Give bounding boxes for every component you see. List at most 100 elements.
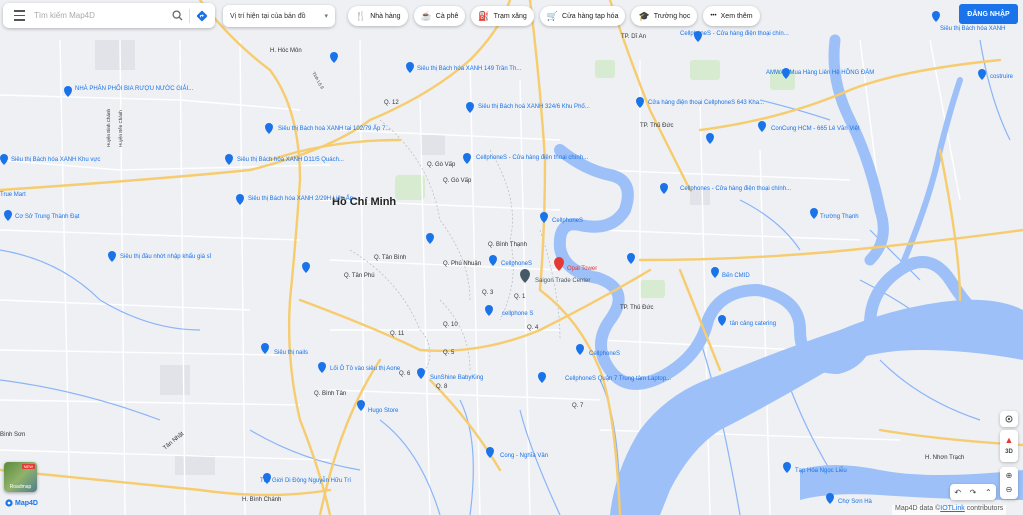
poi-label: Siêu thị nails [274,350,308,356]
login-button[interactable]: ĐĂNG NHẬP [959,4,1018,24]
poi-label: Opal Tower [567,266,597,272]
area-label: Q. 3 [482,290,494,296]
chip-label: Cửa hàng tạp hóa [562,12,619,20]
area-label: TP. Thủ Đức [640,122,673,129]
search-icon[interactable] [168,7,186,25]
poi-label: Siêu thị đầu nhớt nhập khẩu giá sỉ [120,253,212,260]
poi-label: Siêu thị Bách hóa XANH Khu vực [11,157,100,163]
poi-label: tân cảng catering [730,321,776,327]
poi-label: CellphoneS [589,351,620,357]
poi-label: CellphoneS Quận 7 Trung tâm Laptop... [565,376,671,382]
chip-label: Nhà hàng [370,12,401,20]
chip-label: Trạm xăng [493,12,527,20]
layer-label: Roadmap [9,484,32,490]
area-label: TP. Thủ Đức [620,304,653,311]
cart-icon: 🛒 [546,10,559,21]
poi-label: CellphoneS [501,261,532,267]
area-label: Q. Tân Phú [344,273,375,279]
poi-label: Hugo Store [368,408,399,414]
poi-label: Siêu thị Bách hóa XANH [940,26,1005,32]
area-label: H. Bình Chánh [242,497,281,503]
area-label: Q. 11 [390,331,405,337]
attribution-prefix: Map4D data © [895,505,941,512]
zoom-in-icon[interactable]: ⊕ [1006,469,1013,483]
zoom-controls: ⊕ ⊖ [1000,467,1018,499]
directions-icon[interactable] [193,7,211,25]
search-input[interactable] [30,10,168,21]
poi-label: Trường Thạnh [820,214,859,220]
area-label: Q. Phú Nhuận [443,261,481,267]
poi-label: SunShine BabyKing [430,375,483,381]
poi-label: NHÀ PHÂN PHỐI BIA RƯỢU NƯỚC GIẢI... [75,85,194,92]
poi-label: Siêu thị Bách hoá XANH 324/6 Khu Phố... [478,104,590,110]
location-label: Vị trí hiện tại của bản đồ [230,12,306,20]
area-label: Q. Gò Vấp [443,178,472,184]
chip-grocery[interactable]: 🛒 Cửa hàng tạp hóa [539,6,626,26]
poi-label: Cơ Sở Trung Thành Đạt [15,213,80,220]
compass-icon[interactable]: ▲ [1005,434,1014,446]
attribution-link[interactable]: IOTLink [940,505,965,512]
poi-label: Cellphones - Cửa hàng điện thoại chính..… [680,185,791,192]
poi-label: True Mart [0,192,26,198]
poi-label: Siêu thị Bách hóa XANH 149 Trần Th... [417,66,522,72]
area-label: Huyện Bến Chánh [118,110,123,147]
map4d-logo: Map4D [5,499,38,507]
zoom-out-icon[interactable]: ⊖ [1006,483,1013,497]
location-dropdown[interactable]: Vị trí hiện tại của bản đồ ▾ [223,5,335,27]
area-label: Huyện Bình Chánh [106,108,111,147]
chip-label: Trường học [653,12,691,20]
area-label: Q. Gò Vấp [427,162,456,168]
coffee-icon: ☕ [420,10,432,21]
search-box [3,3,215,28]
chip-coffee[interactable]: ☕ Cà phê [413,6,466,26]
area-label: Q. 4 [527,325,539,331]
poi-label: Chợ Sơn Hà [838,499,873,505]
rotate-controls: ↶ ↷ ⌃ [950,484,996,500]
poi-marker: True Mart [0,192,26,198]
chip-school[interactable]: 🎓 Trường học [631,6,698,26]
poi-label: Siêu thị Bách hoá XANH tại 102/79 Ấp 7..… [278,125,391,132]
more-icon: ••• [710,12,717,19]
rotate-right-icon[interactable]: ↷ [970,488,977,497]
compass-3d-control: ▲ 3D [1000,430,1018,462]
tilt-icon[interactable]: ⌃ [985,488,992,497]
attribution: Map4D data ©IOTLink contributors [892,505,1007,515]
poi-label: CellphoneS [552,218,583,224]
area-label: Q. 1 [514,294,526,300]
area-label: Q. Bình Thạnh [488,242,527,248]
chip-more[interactable]: ••• Xem thêm [703,6,760,26]
my-location-button[interactable] [1000,411,1018,427]
chevron-down-icon: ▾ [324,13,328,20]
school-icon: 🎓 [638,10,650,21]
poi-label: Bến CMID [722,273,750,279]
poi-label: Cong - Nghĩa Vân [500,453,548,459]
poi-label: Thế Giới Di Động Nguyễn Hữu Trí [260,477,351,484]
new-badge: NEW [21,464,35,469]
menu-icon[interactable] [8,5,30,27]
restaurant-icon: 🍴 [355,10,367,21]
area-label: Bình Sơn [0,432,25,438]
poi-label: Siêu thị Bách hóa XANH D11/5 Quách... [237,157,344,163]
area-label: Q. 10 [443,322,458,328]
area-label: Q. 6 [399,371,411,377]
3d-toggle-button[interactable]: 3D [1005,446,1013,458]
rotate-left-icon[interactable]: ↶ [954,488,961,497]
area-label: TP. Dĩ An [621,34,646,40]
area-label: Q. 5 [443,350,455,356]
map4d-logo-icon [5,499,13,507]
poi-label: CellphoneS - Cửa hàng điện thoại chính..… [476,154,588,161]
poi-label: Saigon Trade Center [535,278,590,284]
crosshair-icon [1005,415,1013,423]
chip-restaurant[interactable]: 🍴 Nhà hàng [348,6,408,26]
poi-label: Siêu thị Bách hóa XANH 2/29H Liên Ấp... [248,195,358,202]
layer-switcher[interactable]: NEW Roadmap [4,462,37,492]
poi-label: AMWAY Mua Hàng Liên Hệ HỒNG ĐÀM [766,69,874,76]
area-label: H. Nhơn Trạch [925,455,964,461]
poi-label: CellphoneS - Cửa hàng điện thoại chín... [680,30,789,37]
poi-label: Lối Ô Tô vào siêu thị Aone [330,365,401,372]
search-divider [189,8,190,23]
chip-gas-station[interactable]: ⛽ Trạm xăng [471,6,534,26]
map-canvas[interactable]: Hồ Chí Minh H. Hóc Môn Q. 12 Q. Gò Vấp Q… [0,0,1023,515]
brand-label: Map4D [15,499,38,507]
area-label: Q. 7 [572,403,584,409]
